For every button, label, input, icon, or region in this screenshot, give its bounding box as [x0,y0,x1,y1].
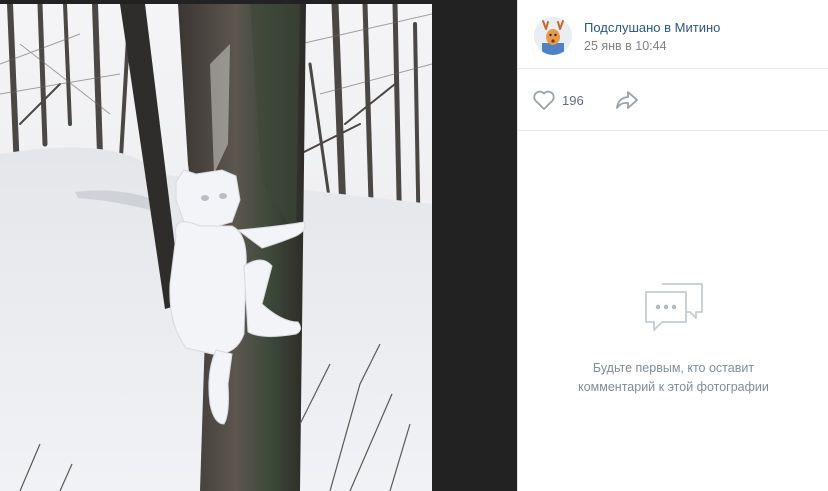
comments-empty-state: Будьте первым, кто оставит комментарий к… [518,280,828,397]
share-button[interactable] [613,87,641,113]
deer-avatar-icon [534,17,572,55]
chat-bubbles-icon [644,283,703,331]
like-count: 196 [562,92,584,108]
post-actions: 196 [518,69,828,131]
post-photo[interactable] [0,4,432,491]
avatar[interactable] [534,17,572,55]
like-button[interactable]: 196 [532,87,584,113]
post-date[interactable]: 25 янв в 10:44 [584,39,667,53]
post-header: Подслушано в Митино 25 янв в 10:44 [518,0,828,69]
post-side-panel: Подслушано в Митино 25 янв в 10:44 196 Б… [517,0,828,491]
comments-empty-text: Будьте первым, кто оставит комментарий к… [518,359,828,397]
comments-empty-line-1: Будьте первым, кто оставит [592,361,755,375]
photo-viewer [0,0,517,491]
comments-empty-line-2: комментарий к этой фотографии [578,380,769,394]
post-author-link[interactable]: Подслушано в Митино [584,20,720,35]
heart-outline-icon [533,90,555,110]
share-arrow-icon [616,91,638,109]
